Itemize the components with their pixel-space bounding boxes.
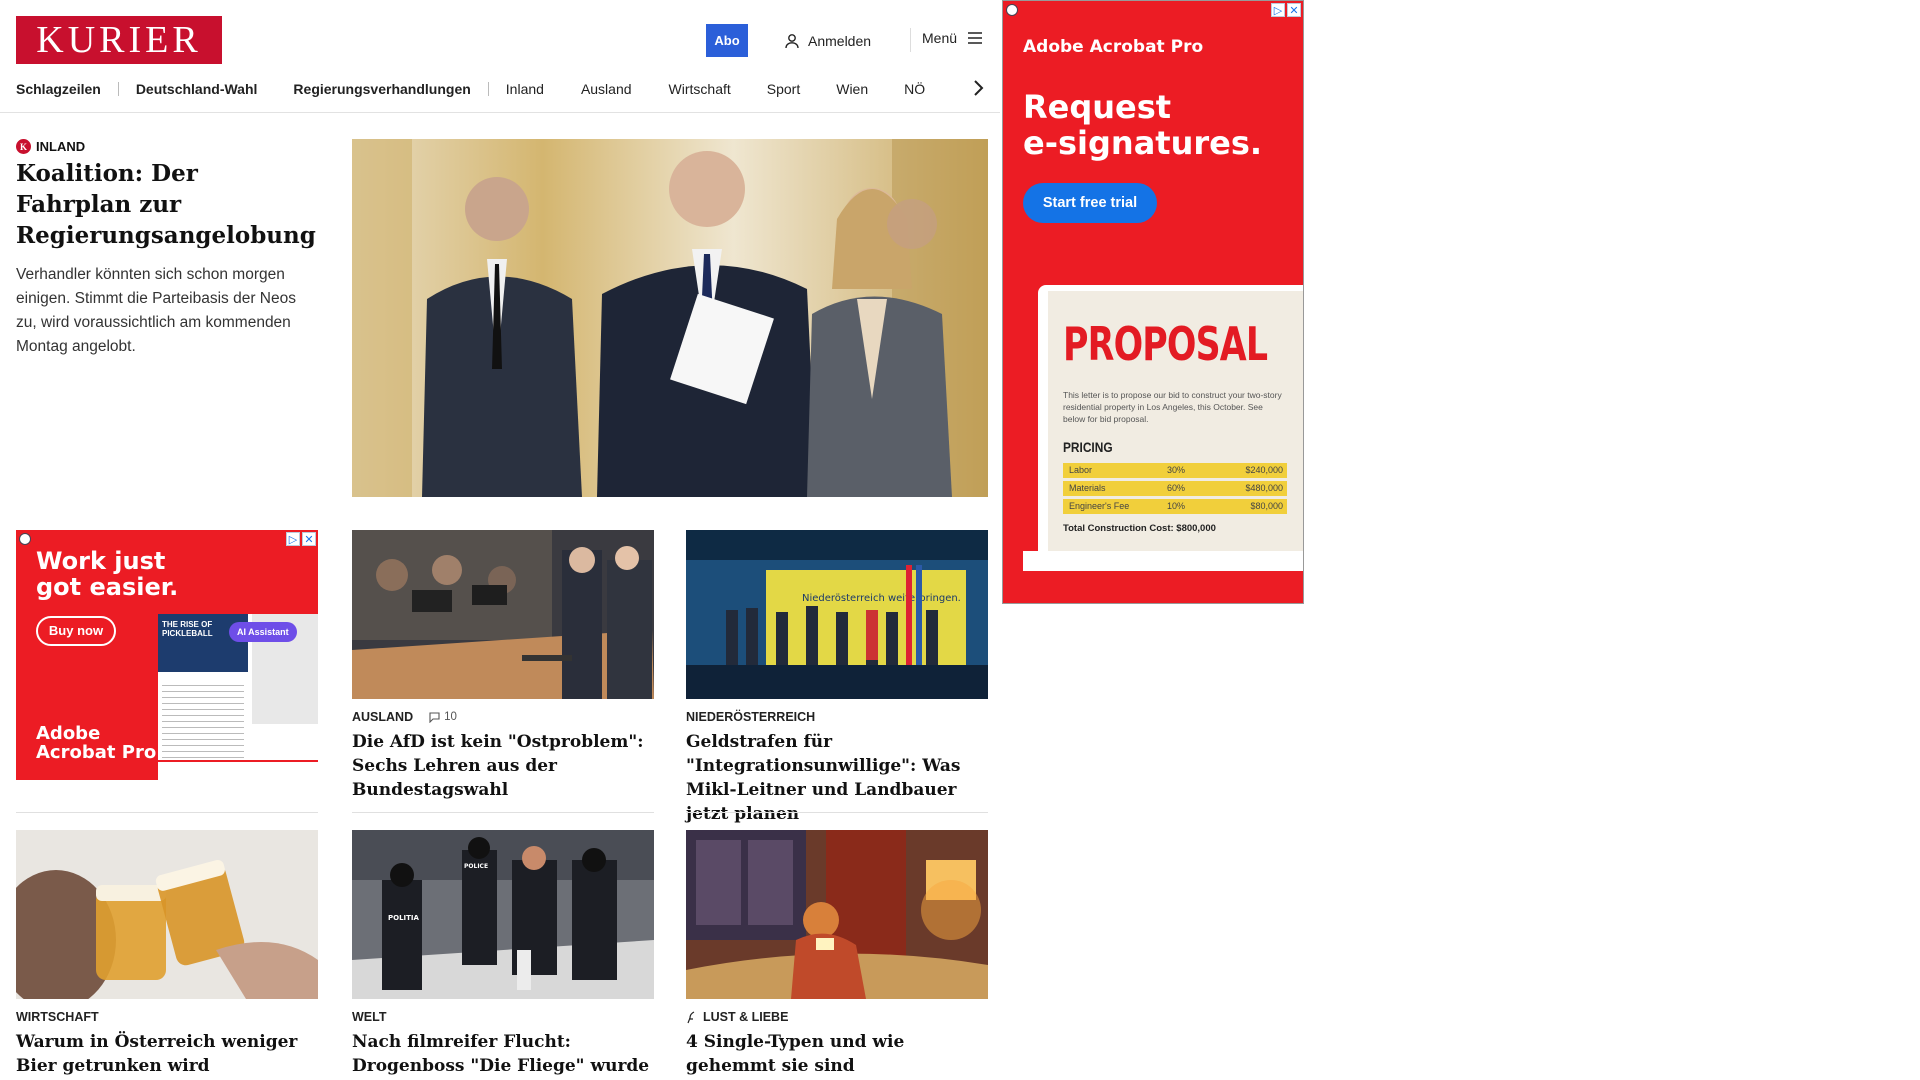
nav-item-noe[interactable]: NÖ <box>904 81 925 97</box>
adchoices-icon[interactable]: ▷ <box>286 532 300 546</box>
lead-headline[interactable]: Koalition: Der Fahrplan zur Regierungsan… <box>16 158 316 251</box>
card-divider <box>686 812 988 813</box>
article-headline[interactable]: Warum in Österreich weniger Bier getrunk… <box>16 1030 318 1078</box>
article-category[interactable]: AUSLAND <box>352 710 413 724</box>
ad-headline: Work just <box>36 547 166 575</box>
abo-button[interactable]: Abo <box>706 24 748 57</box>
image-police-text: POLICE <box>464 863 488 870</box>
login-label: Anmelden <box>808 33 872 49</box>
article-thumbnail <box>686 830 988 999</box>
pricing-row: Materials 60% $480,000 <box>1063 481 1287 496</box>
header-border <box>0 112 1000 113</box>
ad-acrobat-buy[interactable]: ▷ ✕ Work just got easier. Buy now Adobe … <box>16 530 318 780</box>
ai-assistant-badge: AI Assistant <box>229 622 297 642</box>
menu-label: Menü <box>922 30 958 46</box>
pricing-row: Labor 30% $240,000 <box>1063 463 1287 478</box>
buy-now-button[interactable]: Buy now <box>36 616 116 646</box>
article-headline[interactable]: Die AfD ist kein "Ostproblem": Sechs Leh… <box>352 730 654 802</box>
article-card[interactable]: Niederösterreich weiterbringen. NIEDERÖS… <box>686 530 988 826</box>
nav-item-ausland[interactable]: Ausland <box>581 81 632 97</box>
lead-photo[interactable] <box>352 139 988 497</box>
proposal-title: PROPOSAL <box>1063 317 1268 371</box>
close-icon[interactable]: ✕ <box>1287 3 1301 17</box>
login-button[interactable]: Anmelden <box>784 30 871 52</box>
comment-count-label: 10 <box>444 711 457 723</box>
close-icon[interactable]: ✕ <box>302 532 316 546</box>
ad-headline: got easier. <box>36 573 179 601</box>
nav-item-sport[interactable]: Sport <box>767 81 800 97</box>
article-category[interactable]: NIEDERÖSTERREICH <box>686 709 988 725</box>
article-headline[interactable]: Nach filmreifer Flucht: Drogenboss "Die … <box>352 1030 654 1080</box>
user-icon <box>785 34 799 49</box>
adchoices-icon[interactable]: ▷ <box>1271 3 1285 17</box>
nav-divider <box>117 82 119 96</box>
ad-brand: Adobe Acrobat Pro <box>1023 37 1204 57</box>
nav-item-schlagzeilen[interactable]: Schlagzeilen <box>16 81 101 97</box>
article-thumbnail <box>16 830 318 999</box>
ad-divider <box>16 812 318 813</box>
article-card[interactable]: LUST & LIEBE 4 Single-Typen und wie gehe… <box>686 830 988 1078</box>
card-divider <box>352 812 654 813</box>
kurier-logo[interactable]: KURIER <box>16 16 222 64</box>
comment-count[interactable]: 10 <box>429 711 457 723</box>
lead-teaser[interactable]: Verhandler könnten sich schon morgen ein… <box>16 263 318 359</box>
pricing-table: Labor 30% $240,000 Materials 60% $480,00… <box>1063 463 1287 514</box>
adchoices[interactable]: ▷ ✕ <box>1271 3 1301 17</box>
ad-headline: e-signatures. <box>1023 124 1263 162</box>
article-thumbnail: POLITIA POLICE <box>352 830 654 999</box>
ad-proposal-document: PROPOSAL This letter is to propose our b… <box>1048 291 1303 551</box>
nav-item-wirtschaft[interactable]: Wirtschaft <box>669 81 731 97</box>
ad-brand: Adobe <box>36 723 101 744</box>
proposal-total: Total Construction Cost: $800,000 <box>1063 523 1216 534</box>
nav-item-regierungsverhandlungen[interactable]: Regierungsverhandlungen <box>293 81 470 97</box>
article-card[interactable]: POLITIA POLICE WELT Nach filmreifer Fluc… <box>352 830 654 1080</box>
adchoices[interactable]: ▷ ✕ <box>286 532 316 546</box>
ad-info-icon[interactable] <box>1006 4 1018 16</box>
nav-item-wien[interactable]: Wien <box>836 81 868 97</box>
article-thumbnail: Niederösterreich weiterbringen. <box>686 530 988 699</box>
proposal-body: This letter is to propose our bid to con… <box>1063 390 1282 424</box>
ad-acrobat-signatures[interactable]: ▷ ✕ Adobe Acrobat Pro Request e-signatur… <box>1002 0 1304 604</box>
start-free-trial-button[interactable]: Start free trial <box>1023 183 1157 223</box>
section-nav: Schlagzeilen Deutschland-Wahl Regierungs… <box>16 76 986 102</box>
ad-headline: Request <box>1023 88 1172 126</box>
article-category[interactable]: WIRTSCHAFT <box>16 1009 318 1025</box>
chevron-right-icon[interactable] <box>970 78 986 98</box>
ad-info-icon[interactable] <box>19 533 31 545</box>
header-divider <box>910 28 911 52</box>
nav-divider <box>487 82 489 96</box>
menu-button[interactable]: Menü <box>922 30 983 46</box>
ad-brand: Acrobat Pro <box>36 742 157 763</box>
image-slogan: Niederösterreich weiterbringen. <box>802 593 961 604</box>
article-card[interactable]: WIRTSCHAFT Warum in Österreich weniger B… <box>16 830 318 1078</box>
comment-icon <box>429 711 440 723</box>
lead-category-label: INLAND <box>36 139 86 154</box>
lead-category[interactable]: K INLAND <box>16 139 85 154</box>
proposal-section: PRICING <box>1063 439 1113 455</box>
image-police-text: POLITIA <box>388 914 420 922</box>
nav-item-inland[interactable]: Inland <box>506 81 544 97</box>
hamburger-icon <box>968 32 983 44</box>
kurier-k-icon: K <box>16 139 31 154</box>
lust-liebe-icon <box>687 1010 695 1023</box>
article-category[interactable]: WELT <box>352 1009 654 1025</box>
article-headline[interactable]: 4 Single-Typen und wie gehemmt sie sind <box>686 1030 988 1078</box>
nav-item-deutschland-wahl[interactable]: Deutschland-Wahl <box>136 81 258 97</box>
pricing-row: Engineer's Fee 10% $80,000 <box>1063 499 1287 514</box>
article-thumbnail <box>352 530 654 699</box>
article-card[interactable]: AUSLAND 10 Die AfD ist kein "Ostproblem"… <box>352 530 654 813</box>
article-category[interactable]: LUST & LIEBE <box>703 1010 788 1024</box>
